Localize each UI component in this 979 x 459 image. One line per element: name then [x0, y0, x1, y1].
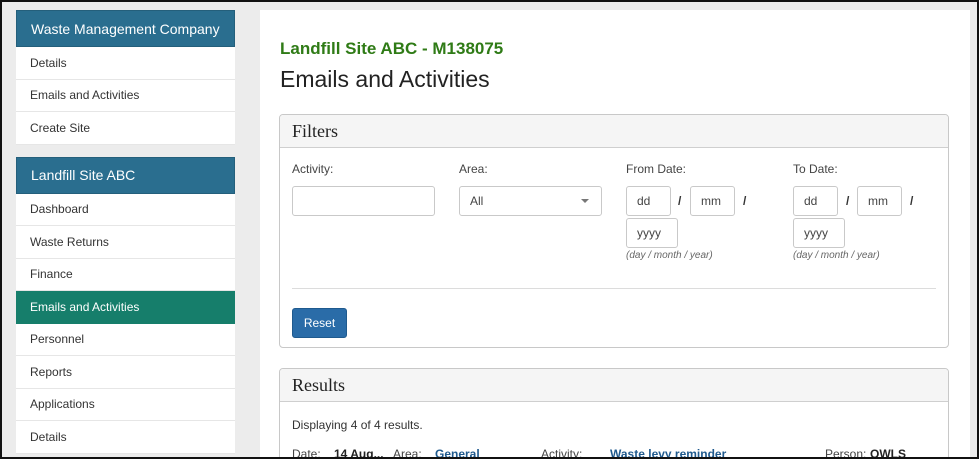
main-content: Landfill Site ABC - M138075 Emails and A…: [260, 10, 970, 459]
result-date-label: Date:: [292, 447, 321, 459]
to-day-input[interactable]: dd: [793, 186, 838, 216]
chevron-down-icon: [581, 199, 589, 203]
to-date-separator: /: [910, 194, 914, 208]
company-panel: Waste Management Company Details Emails …: [16, 10, 235, 145]
to-date-hint: (day / month / year): [793, 250, 880, 261]
area-select-value: All: [470, 194, 484, 208]
result-person-label: Person:: [825, 447, 867, 459]
site-panel: Landfill Site ABC Dashboard Waste Return…: [16, 156, 235, 454]
result-area-label: Area:: [393, 447, 422, 459]
to-date-label: To Date:: [793, 162, 838, 176]
from-date-hint: (day / month / year): [626, 250, 713, 261]
app-frame: Waste Management Company Details Emails …: [0, 0, 979, 459]
sidebar-item-create-site[interactable]: Create Site: [16, 112, 235, 145]
results-heading: Results: [280, 369, 948, 402]
result-area-value[interactable]: General: [435, 447, 480, 457]
result-date-value: 14 Aug...: [334, 447, 384, 459]
sidebar-item-dashboard[interactable]: Dashboard: [16, 193, 235, 226]
sidebar-item-company-emails-activities[interactable]: Emails and Activities: [16, 79, 235, 112]
activity-input[interactable]: [292, 186, 435, 216]
result-activity-label: Activity:: [541, 447, 583, 459]
from-day-input[interactable]: dd: [626, 186, 671, 216]
filters-heading: Filters: [280, 115, 948, 148]
from-date-label: From Date:: [626, 162, 687, 176]
results-panel: Results Displaying 4 of 4 results. Date:…: [279, 368, 949, 459]
sidebar-item-reports[interactable]: Reports: [16, 356, 235, 389]
to-month-input[interactable]: mm: [857, 186, 902, 216]
area-select[interactable]: All: [459, 186, 602, 216]
company-panel-heading: Waste Management Company: [16, 10, 235, 47]
filters-panel: Filters Activity: Area: All From Date: d…: [279, 114, 949, 348]
activity-label: Activity:: [292, 162, 334, 176]
sidebar-item-personnel[interactable]: Personnel: [16, 323, 235, 356]
result-activity-link[interactable]: Waste levy reminder: [610, 447, 726, 457]
sidebar-item-site-details[interactable]: Details: [16, 421, 235, 454]
reset-button[interactable]: Reset: [292, 308, 347, 338]
from-year-input[interactable]: yyyy: [626, 218, 678, 248]
sidebar-item-applications[interactable]: Applications: [16, 388, 235, 421]
result-person-value: OWLS: [870, 447, 906, 459]
page-title: Emails and Activities: [280, 66, 490, 92]
filters-divider: [292, 288, 936, 289]
sidebar-item-emails-activities[interactable]: Emails and Activities: [16, 291, 235, 324]
from-date-separator: /: [743, 194, 747, 208]
area-label: Area:: [459, 162, 488, 176]
site-title: Landfill Site ABC - M138075: [280, 39, 504, 58]
sidebar: Waste Management Company Details Emails …: [16, 10, 235, 457]
from-date-separator: /: [678, 194, 682, 208]
sidebar-item-waste-returns[interactable]: Waste Returns: [16, 226, 235, 259]
to-date-separator: /: [846, 194, 850, 208]
from-month-input[interactable]: mm: [690, 186, 735, 216]
results-summary: Displaying 4 of 4 results.: [292, 418, 423, 432]
to-year-input[interactable]: yyyy: [793, 218, 845, 248]
site-panel-heading: Landfill Site ABC: [16, 156, 235, 194]
sidebar-item-finance[interactable]: Finance: [16, 258, 235, 291]
sidebar-item-company-details[interactable]: Details: [16, 47, 235, 80]
